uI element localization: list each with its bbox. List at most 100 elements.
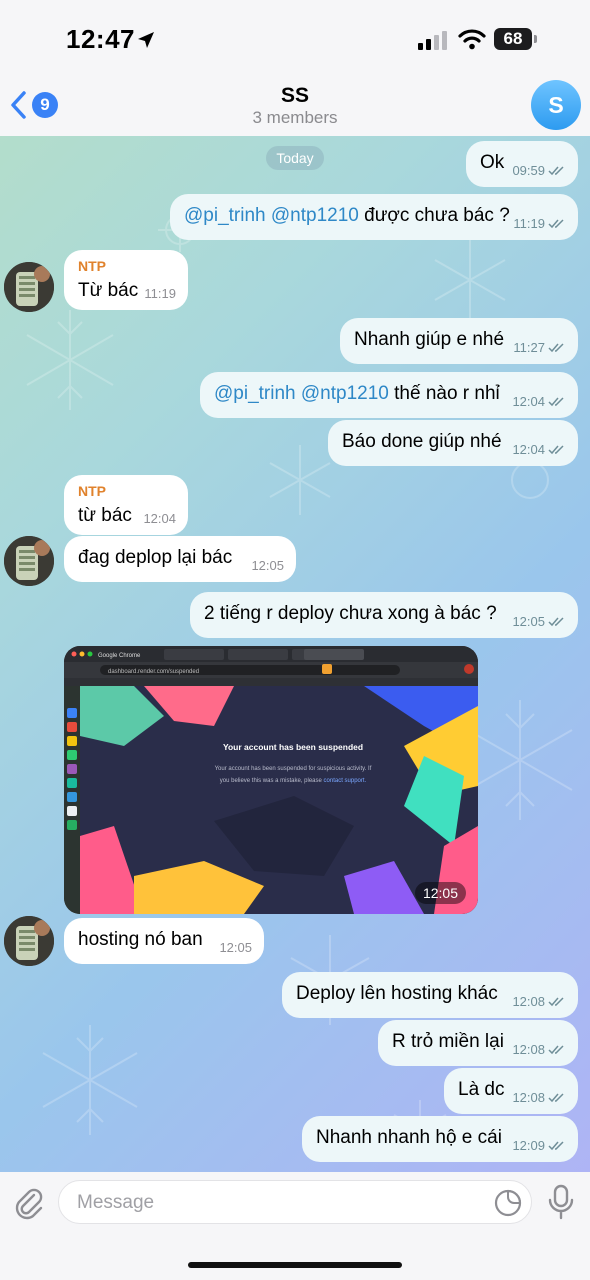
- avatar-photo: [4, 262, 54, 312]
- message-text: đag deplop lại bác: [78, 547, 233, 568]
- double-check-icon: [548, 1140, 564, 1150]
- message-meta: 12:08: [512, 1042, 566, 1057]
- message-meta: 11:27: [513, 340, 566, 355]
- message-bubble-outgoing[interactable]: @pi_trinh @ntp1210 thế nào r nhỉ 12:04: [200, 372, 578, 418]
- message-time: 12:08: [512, 994, 545, 1009]
- chat-subtitle: 3 members: [252, 108, 338, 127]
- message-time: 11:27: [513, 340, 545, 355]
- message-bubble-incoming[interactable]: đag deplop lại bác 12:05: [64, 536, 296, 582]
- message-bubble-outgoing[interactable]: Là dc 12:08: [444, 1068, 578, 1114]
- message-time: 12:05: [512, 614, 545, 629]
- message-meta: 12:08: [512, 1090, 566, 1105]
- message-time: 12:05: [219, 940, 252, 955]
- message-bubble-outgoing[interactable]: Nhanh giúp e nhé 11:27: [340, 318, 578, 364]
- photo-heading: Your account has been suspended: [223, 742, 363, 752]
- message-meta: 12:04: [512, 394, 566, 409]
- mention-link[interactable]: @pi_trinh: [214, 383, 296, 404]
- message-bubble-outgoing[interactable]: 2 tiếng r deploy chưa xong à bác ? 12:05: [190, 592, 578, 638]
- message-bubble-incoming[interactable]: NTP Từ bác 11:19: [64, 250, 188, 310]
- render-suspended-screenshot: Google Chrome dashboard.render.com/suspe…: [64, 646, 478, 914]
- message-time: 12:04: [512, 442, 545, 457]
- photo-body-line2-text: you believe this was a mistake, please: [220, 778, 324, 784]
- message-meta: 12:05: [512, 614, 566, 629]
- photo-app-name: Google Chrome: [98, 653, 141, 659]
- message-bubble-outgoing[interactable]: Nhanh nhanh hộ e cái 12:09: [302, 1116, 578, 1162]
- message-bubble-outgoing[interactable]: Ok 09:59: [466, 141, 578, 187]
- group-avatar[interactable]: S: [531, 80, 581, 130]
- home-indicator: [188, 1262, 402, 1268]
- message-text: Báo done giúp nhé: [342, 431, 502, 452]
- double-check-icon: [548, 396, 564, 406]
- photo-url: dashboard.render.com/suspended: [108, 669, 199, 675]
- attachment-icon[interactable]: [12, 1186, 46, 1220]
- double-check-icon: [548, 165, 564, 175]
- date-separator: Today: [266, 146, 324, 170]
- sender-name[interactable]: NTP: [78, 258, 106, 274]
- mention-link[interactable]: @ntp1210: [301, 383, 389, 404]
- cellular-signal-icon: [418, 31, 447, 50]
- message-bubble-outgoing[interactable]: @pi_trinh @ntp1210 được chưa bác ? 11:19: [170, 194, 578, 240]
- mention-link[interactable]: @pi_trinh: [184, 205, 266, 226]
- message-text: Nhanh giúp e nhé: [354, 329, 505, 350]
- avatar-photo: [4, 916, 54, 966]
- status-bar: 12:47 68: [0, 0, 590, 80]
- message-text: Deploy lên hosting khác: [296, 983, 498, 1004]
- double-check-icon: [548, 1044, 564, 1054]
- message-time: 12:04: [512, 394, 545, 409]
- location-arrow-icon: [138, 32, 154, 48]
- message-meta: 12:08: [512, 994, 566, 1009]
- chat-screen: 12:47 68 9 SS 3 members S Today Ok 09:59…: [0, 0, 590, 1280]
- message-time: 12:04: [143, 511, 176, 526]
- double-check-icon: [548, 996, 564, 1006]
- sticker-icon[interactable]: [493, 1188, 523, 1218]
- message-text-body: được chưa bác ?: [358, 205, 510, 226]
- message-text: @pi_trinh @ntp1210 được chưa bác ?: [184, 205, 510, 227]
- message-text: từ bác: [78, 505, 132, 526]
- message-bubble-outgoing[interactable]: Deploy lên hosting khác 12:08: [282, 972, 578, 1018]
- battery-icon: 68: [494, 28, 532, 50]
- sender-avatar[interactable]: [4, 262, 54, 312]
- message-text: Từ bác: [78, 280, 139, 301]
- message-meta: 11:19: [513, 216, 566, 231]
- message-time: 12:08: [512, 1090, 545, 1105]
- mention-link[interactable]: @ntp1210: [271, 205, 359, 226]
- microphone-icon[interactable]: [548, 1184, 574, 1220]
- photo-link: contact support.: [324, 778, 367, 784]
- photo-time: 12:05: [414, 882, 466, 904]
- message-text: Là dc: [458, 1079, 505, 1100]
- chat-title[interactable]: SS: [0, 84, 590, 108]
- group-avatar-letter: S: [548, 91, 564, 118]
- message-bubble-outgoing[interactable]: Báo done giúp nhé 12:04: [328, 420, 578, 466]
- message-time: 12:05: [251, 558, 284, 573]
- message-meta: 12:04: [512, 442, 566, 457]
- message-text: hosting nó ban: [78, 929, 203, 950]
- sender-name[interactable]: NTP: [78, 483, 106, 499]
- message-time: 11:19: [144, 286, 176, 301]
- chat-header: 9 SS 3 members S: [0, 80, 590, 136]
- photo-body-line1: Your account has been suspended for susp…: [215, 766, 372, 772]
- message-input[interactable]: [75, 1181, 479, 1225]
- double-check-icon: [548, 218, 564, 228]
- message-text: @pi_trinh @ntp1210 thế nào r nhỉ: [214, 383, 500, 405]
- message-time: 12:08: [512, 1042, 545, 1057]
- wifi-icon: [458, 29, 486, 50]
- message-text: 2 tiếng r deploy chưa xong à bác ?: [204, 603, 497, 624]
- message-text: R trỏ miền lại: [392, 1031, 504, 1052]
- double-check-icon: [548, 342, 564, 352]
- sender-avatar[interactable]: [4, 916, 54, 966]
- message-time: 09:59: [512, 163, 545, 178]
- double-check-icon: [548, 444, 564, 454]
- message-time: 12:09: [512, 1138, 545, 1153]
- avatar-photo: [4, 536, 54, 586]
- double-check-icon: [548, 1092, 564, 1102]
- message-bubble-incoming[interactable]: NTP từ bác 12:04: [64, 475, 188, 535]
- message-bubble-incoming[interactable]: hosting nó ban 12:05: [64, 918, 264, 964]
- status-time: 12:47: [66, 24, 135, 54]
- photo-body-line2: you believe this was a mistake, please c…: [220, 778, 367, 784]
- battery-tip: [534, 35, 537, 43]
- sender-avatar[interactable]: [4, 536, 54, 586]
- message-meta: 09:59: [512, 163, 566, 178]
- photo-message[interactable]: Google Chrome dashboard.render.com/suspe…: [64, 646, 478, 914]
- message-bubble-outgoing[interactable]: R trỏ miền lại 12:08: [378, 1020, 578, 1066]
- message-text: Nhanh nhanh hộ e cái: [316, 1127, 502, 1148]
